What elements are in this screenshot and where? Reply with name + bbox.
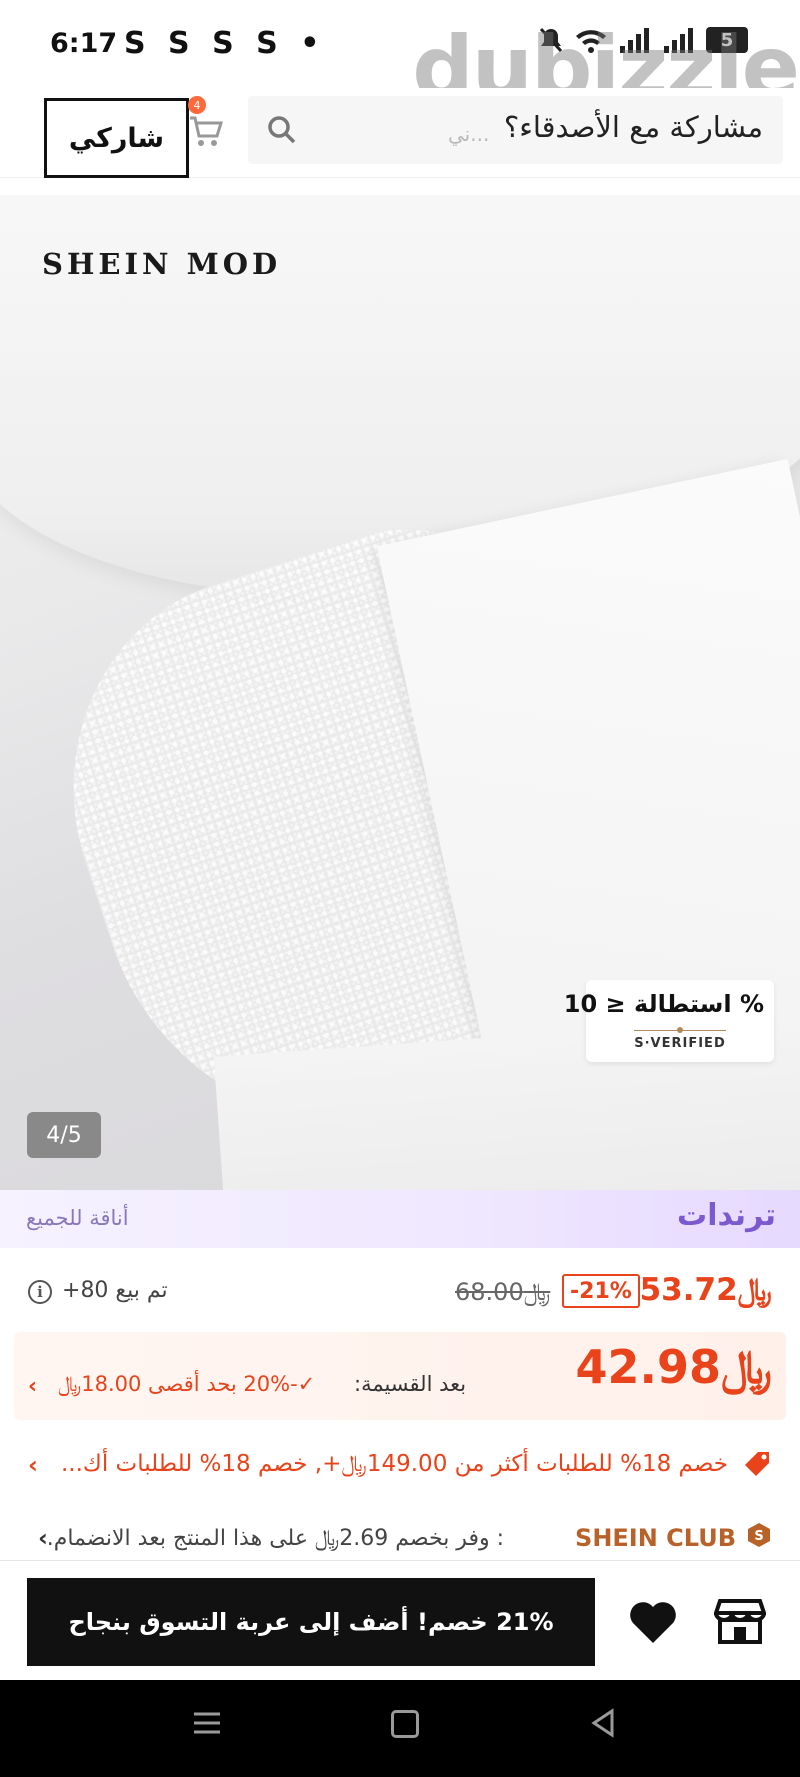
coupon-box[interactable]: 42.98﷼ بعد القسيمة: ✓-20% بحد أقصى 18.00… [14,1332,786,1420]
status-time: 6:17 [50,28,118,59]
coupon-price: 42.98﷼ [575,1340,772,1394]
search-icon[interactable] [266,114,298,146]
search-bar[interactable]: ...ني مشاركة مع الأصدقاء؟ [248,96,783,164]
club-row[interactable]: S SHEIN CLUB : وفر بخصم 2.69﷼ على هذا ال… [0,1518,800,1558]
club-name: SHEIN CLUB [575,1524,736,1552]
chevron-left-icon[interactable]: ‹ [28,1451,38,1479]
brand-logo: SHEIN MOD [42,247,282,281]
share-button[interactable]: شاركي [44,98,189,178]
cart-icon[interactable] [186,110,226,150]
trends-subtitle: أناقة للجميع [26,1206,129,1230]
trends-bar[interactable]: ترندات أناقة للجميع [0,1190,800,1248]
cart-badge: 4 [188,96,206,114]
add-to-cart-button[interactable]: 21% خصم! أضف إلى عربة التسوق بنجاح [27,1578,595,1666]
price-row: 53.72﷼ -21% 68.00﷼ تم بيع 80+ i [0,1270,800,1320]
system-nav-bar [0,1680,800,1777]
status-bar: 6:17 S S S S • 5 dubizzle [0,0,800,118]
coupon-detail: ✓-20% بحد أقصى 18.00﷼ [58,1372,316,1396]
stretch-label: % استطالة ≤ 10 [563,990,764,1018]
heart-icon[interactable] [628,1599,678,1645]
chevron-left-icon[interactable]: ‹ [38,1524,48,1552]
discount-tag: -21% [562,1274,640,1308]
original-price: 68.00﷼ [455,1278,551,1306]
image-counter: 4/5 [27,1112,101,1158]
svg-text:S: S [754,1529,763,1544]
action-bar: 21% خصم! أضف إلى عربة التسوق بنجاح [0,1560,800,1678]
verified-label: S·VERIFIED [634,1036,726,1051]
product-image[interactable]: SHEIN MOD % استطالة ≤ 10 S·VERIFIED 4/5 [0,195,800,1190]
home-icon[interactable] [391,1710,419,1738]
chevron-left-icon[interactable]: ‹ [28,1374,37,1399]
promo-text: خصم 18% للطلبات أكثر من 149.00﷼+, خصم 18… [60,1451,728,1477]
recent-apps-icon[interactable] [192,1708,222,1738]
share-prompt-text: مشاركة مع الأصدقاء؟ [503,110,763,144]
top-bar: شاركي 4 ...ني مشاركة مع الأصدقاء؟ [0,88,800,178]
divider-dot [677,1027,683,1033]
search-placeholder: ...ني [448,122,490,146]
tag-icon [745,1452,769,1476]
info-icon[interactable]: i [28,1280,52,1304]
promo-row[interactable]: خصم 18% للطلبات أكثر من 149.00﷼+, خصم 18… [0,1445,800,1485]
trends-title: ترندات [677,1198,776,1233]
shein-club-icon: S [748,1523,770,1547]
status-app-icons: S S S S • [124,26,326,61]
store-icon[interactable] [714,1597,766,1645]
sold-count: تم بيع 80+ [62,1278,168,1303]
club-text: : وفر بخصم 2.69﷼ على هذا المنتج بعد الان… [46,1526,504,1551]
current-price: 53.72﷼ [639,1272,772,1308]
coupon-after-label: بعد القسيمة: [354,1372,467,1396]
back-icon[interactable] [588,1708,618,1738]
stretch-badge: % استطالة ≤ 10 S·VERIFIED [564,980,774,1062]
